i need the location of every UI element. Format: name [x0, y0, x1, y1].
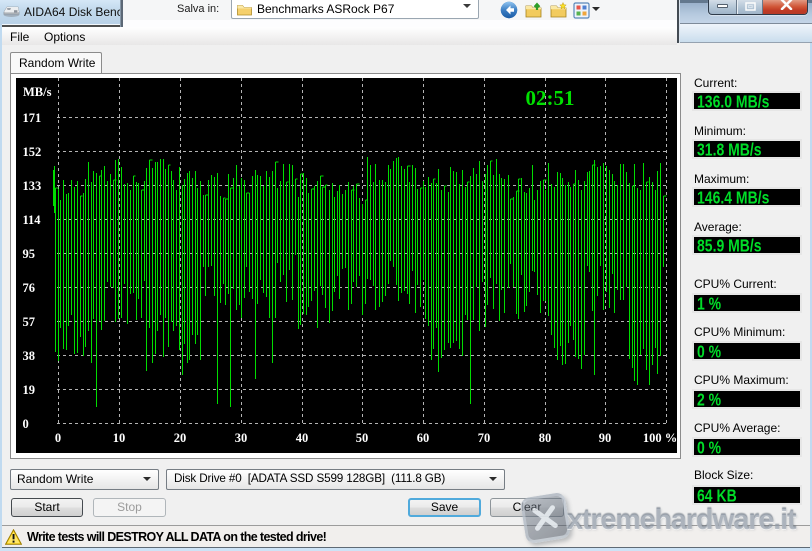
svg-text:90: 90 [599, 431, 612, 445]
svg-text:171: 171 [23, 111, 42, 125]
svg-text:0: 0 [55, 431, 61, 445]
svg-text:30: 30 [235, 431, 248, 445]
svg-text:02:51: 02:51 [526, 86, 575, 110]
svg-text:57: 57 [23, 315, 36, 329]
svg-text:20: 20 [174, 431, 187, 445]
svg-text:19: 19 [23, 383, 36, 397]
svg-text:114: 114 [23, 213, 42, 227]
svg-text:60: 60 [417, 431, 430, 445]
svg-text:133: 133 [23, 179, 42, 193]
svg-text:0: 0 [23, 417, 29, 431]
svg-text:38: 38 [23, 349, 36, 363]
svg-text:80: 80 [539, 431, 552, 445]
svg-text:50: 50 [356, 431, 369, 445]
svg-text:70: 70 [478, 431, 491, 445]
svg-text:100 %: 100 % [643, 431, 677, 445]
svg-text:76: 76 [23, 281, 36, 295]
svg-text:152: 152 [23, 145, 42, 159]
svg-text:40: 40 [296, 431, 309, 445]
svg-text:95: 95 [23, 247, 36, 261]
svg-text:MB/s: MB/s [23, 85, 52, 99]
svg-text:10: 10 [113, 431, 126, 445]
